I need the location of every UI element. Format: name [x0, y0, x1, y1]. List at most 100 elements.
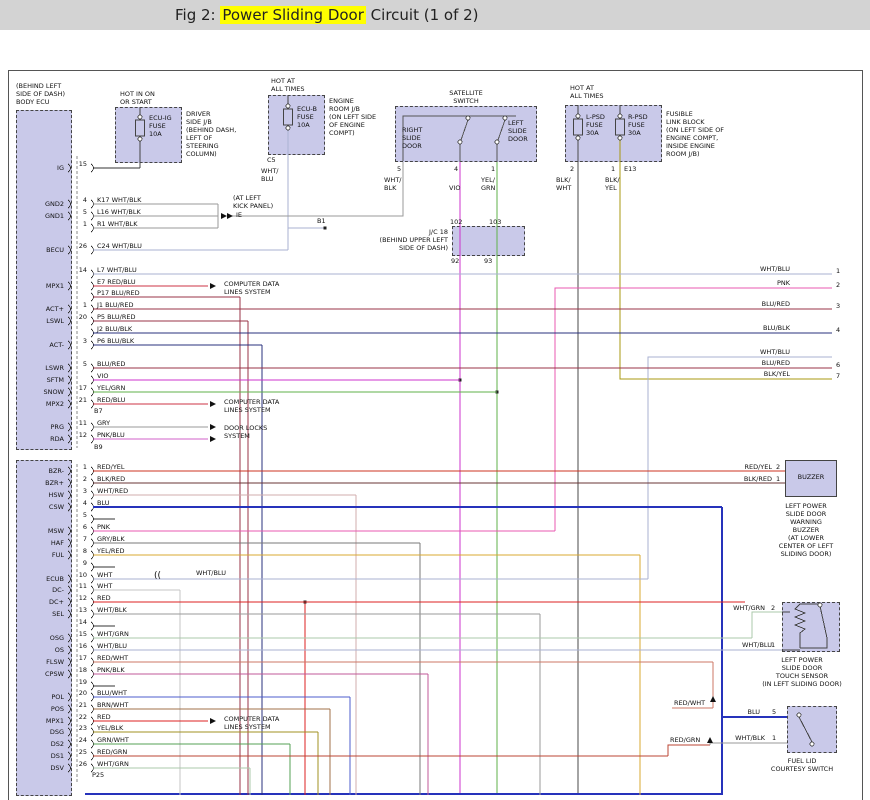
connector-pin-number: 18 [70, 666, 87, 674]
ecu-pin-name: DC+ [20, 598, 64, 606]
ecu-pin-name: ECUB [20, 575, 64, 583]
connector-pin-number: 9 [70, 559, 87, 567]
ecu-pin-name: ACT- [20, 341, 64, 349]
r-psd-fuse-label: R-PSD FUSE 30A [628, 113, 648, 137]
wire-label: WHT/RED [97, 487, 128, 495]
ecu-pin-name: POL [20, 693, 64, 701]
b1-label: B1 [317, 217, 326, 225]
ecu-pin-name: DC- [20, 586, 64, 594]
wire-label: WHT [97, 571, 112, 579]
connector-pin-number: 15 [70, 630, 87, 638]
wire-label: E7 RED/BLU [97, 278, 136, 286]
touch-pin-1: 1 [771, 641, 775, 649]
wire-label: L16 WHT/BLK [97, 208, 141, 216]
ecu-pin-name: HSW [20, 491, 64, 499]
fuel-wire-5-label: BLU [735, 708, 760, 716]
wire-label: WHT/BLU [97, 642, 127, 650]
wire-label: BLU/WHT [97, 689, 127, 697]
jc-pin-102: 102 [450, 218, 462, 226]
connector-pin-number: 3 [70, 487, 87, 495]
connector-pin-number: 13 [70, 606, 87, 614]
ecu-pin-name: BZR+ [20, 479, 64, 487]
wire-label: BLU [97, 499, 110, 507]
connector-pin-number: 17 [70, 384, 87, 392]
connector-pin-number: 26 [70, 242, 87, 250]
wire-label: WHT [97, 582, 112, 590]
wire-label: YEL/RED [97, 547, 125, 555]
connector-pin-number: 7 [70, 535, 87, 543]
connector-pin-number: 2 [70, 475, 87, 483]
jc18-note: J/C 18 (BEHIND UPPER LEFT SIDE OF DASH) [360, 228, 448, 252]
kick-panel-note: (AT LEFT KICK PANEL) [233, 194, 273, 210]
right-edge-num-6: 6 [836, 361, 840, 369]
ecu-pin-name: BECU [20, 246, 64, 254]
rpsd-wire-label: BLK/ YEL [605, 176, 620, 192]
buzzer-pin-1: 1 [776, 475, 780, 483]
wire-label: RED [97, 594, 111, 602]
right-edge-num-2: 2 [836, 281, 840, 289]
right-edge-label-2: PNK [730, 279, 790, 287]
wire-label: BRN/WHT [97, 701, 128, 709]
connector-pin-number: 17 [70, 654, 87, 662]
right-edge-label-4: BLU/BLK [730, 324, 790, 332]
fuel-wire-1-label: WHT/BLK [710, 734, 765, 742]
connector-pin-number: 15 [70, 160, 87, 168]
label-layer: IG15GND24K17 WHT/BLKGND15L16 WHT/BLK1R1 … [0, 0, 870, 800]
ecu-pin-name: OS [20, 646, 64, 654]
computer-data-note-2: COMPUTER DATA LINES SYSTEM [224, 398, 279, 414]
ecu-pin-name: SNOW [20, 388, 64, 396]
wire-label: RED/WHT [97, 654, 128, 662]
hot-at-all-times-right-label: HOT AT ALL TIMES [570, 84, 603, 100]
wire-label: GRY/BLK [97, 535, 125, 543]
wire-label: RED/GRN [97, 748, 127, 756]
wire-label: WHT/GRN [97, 630, 129, 638]
right-edge-num-4: 4 [836, 326, 840, 334]
connector-pin-number: 14 [70, 618, 87, 626]
connector-pin-number: 25 [70, 748, 87, 756]
wire-label: PNK/BLK [97, 666, 125, 674]
ecu-pin-name: PRG [20, 423, 64, 431]
connector-pin-number: 20 [70, 689, 87, 697]
wire-label: WHT/GRN [97, 760, 129, 768]
lpsd-pin-2: 2 [570, 165, 574, 173]
ecu-pin-name: MPX1 [20, 282, 64, 290]
satellite-pin-4: 4 [454, 165, 458, 173]
connector-pin-number: 21 [70, 396, 87, 404]
red-grn-label: RED/GRN [670, 736, 700, 744]
connector-pin-number: 6 [70, 523, 87, 531]
ecu-pin-name: CSW [20, 503, 64, 511]
ecu-pin-name: GND2 [20, 200, 64, 208]
wire-label: J1 BLU/RED [97, 301, 133, 309]
connector-pin-number: 4 [70, 499, 87, 507]
computer-data-note-1: COMPUTER DATA LINES SYSTEM [224, 280, 279, 296]
connector-pin-number: 24 [70, 736, 87, 744]
fuel-pin-5: 5 [772, 708, 776, 716]
wire-label: VIO [97, 372, 108, 380]
figure-title: Fig 2: Power Sliding Door Circuit (1 of … [0, 6, 479, 24]
touch-wire-2-label: WHT/GRN [705, 604, 765, 612]
ecu-pin-name: DS1 [20, 752, 64, 760]
satellite-pin-5: 5 [397, 165, 401, 173]
wire-label: C24 WHT/BLU [97, 242, 142, 250]
connector-pin-number: 23 [70, 724, 87, 732]
connector-pin-number: 11 [70, 582, 87, 590]
door-locks-note: DOOR LOCKS SYSTEM [224, 424, 267, 440]
connector-pin-number: 5 [70, 360, 87, 368]
wire-label: RED/YEL [97, 463, 125, 471]
satellite-wire-1-label: YEL/ GRN [481, 176, 495, 192]
title-suffix: Circuit (1 of 2) [366, 6, 479, 24]
wire-label: GRN/WHT [97, 736, 129, 744]
b7-label: B7 [94, 407, 103, 415]
inline-connector-symbol: (( [154, 572, 161, 580]
right-slide-door-label: RIGHT SLIDE DOOR [402, 126, 422, 150]
wire-label: PNK/BLU [97, 431, 125, 439]
rpsd-pin-1: 1 [611, 165, 615, 173]
touch-pin-2: 2 [771, 604, 775, 612]
wire-label: RED [97, 713, 111, 721]
jc-pin-93: 93 [484, 257, 492, 265]
c5-label: C5 [267, 156, 276, 164]
ecu-pin-name: FLSW [20, 658, 64, 666]
ecu-pin-name: SFTM [20, 376, 64, 384]
ie-label: IE [236, 211, 242, 219]
wire-label: L7 WHT/BLU [97, 266, 137, 274]
